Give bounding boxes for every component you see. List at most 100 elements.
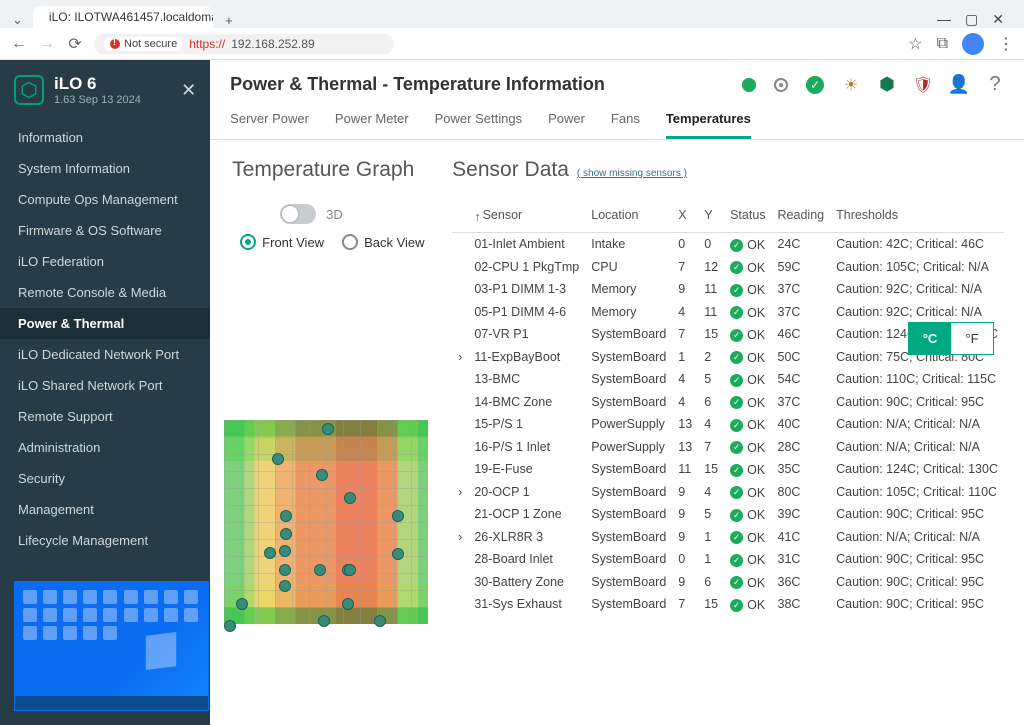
sidebar-nav: InformationSystem InformationCompute Ops… <box>0 122 210 556</box>
tab-dropdown-icon[interactable]: ⌄ <box>8 12 27 28</box>
unit-fahrenheit-button[interactable]: °F <box>951 323 993 354</box>
not-secure-badge[interactable]: Not secure <box>104 37 183 51</box>
new-tab-button[interactable]: + <box>219 13 239 28</box>
column-header[interactable]: Location <box>585 200 672 233</box>
expand-icon[interactable]: › <box>452 346 468 369</box>
table-row[interactable]: 19-E-FuseSystemBoard1115✓OK35CCaution: 1… <box>452 458 1004 481</box>
tab[interactable]: Power <box>548 103 585 139</box>
tab[interactable]: Power Settings <box>435 103 522 139</box>
health-ok-icon[interactable]: ✓ <box>806 76 824 94</box>
ok-check-icon: ✓ <box>730 599 743 612</box>
nav-back-button[interactable]: ← <box>10 35 28 53</box>
expand-icon <box>452 256 468 279</box>
tab[interactable]: Server Power <box>230 103 309 139</box>
browser-tab[interactable]: iLO: ILOTWA461457.localdomai ✕ <box>33 6 213 28</box>
table-row[interactable]: ›26-XLR8R 3SystemBoard91✓OK41CCaution: N… <box>452 526 1004 549</box>
url-box[interactable]: Not secure https://192.168.252.89 <box>94 34 394 54</box>
sub-tabs: Server Power Power Meter Power Settings Pow… <box>210 103 1024 140</box>
window-close-button[interactable]: ✕ <box>992 11 1004 28</box>
sidebar-item[interactable]: iLO Federation <box>0 246 210 277</box>
brightness-icon[interactable]: ☀ <box>842 76 860 94</box>
profile-avatar-icon[interactable] <box>962 33 984 55</box>
sensor-point[interactable] <box>318 615 330 627</box>
temperature-heatmap[interactable] <box>224 420 428 624</box>
help-icon[interactable]: ? <box>986 76 1004 94</box>
sidebar-item[interactable]: Security <box>0 463 210 494</box>
3d-label: 3D <box>326 207 343 222</box>
expand-icon <box>452 458 468 481</box>
sensor-point[interactable] <box>374 615 386 627</box>
table-row[interactable]: 16-P/S 1 InletPowerSupply137✓OK28CCautio… <box>452 436 1004 459</box>
unit-toggle: °C °F <box>908 322 994 355</box>
ok-check-icon: ✓ <box>730 261 743 274</box>
tab[interactable]: Power Meter <box>335 103 409 139</box>
sidebar-item[interactable]: Management <box>0 494 210 525</box>
sidebar-collapse-icon[interactable]: ✕ <box>181 80 196 101</box>
tab-strip: ⌄ iLO: ILOTWA461457.localdomai ✕ + — ▢ ✕ <box>0 0 1024 28</box>
table-row[interactable]: 28-Board InletSystemBoard01✓OK31CCaution… <box>452 548 1004 571</box>
sidebar-item[interactable]: System Information <box>0 153 210 184</box>
bookmark-star-icon[interactable]: ☆ <box>908 34 922 54</box>
component-icon[interactable]: ⬢ <box>878 76 896 94</box>
power-status-icon[interactable] <box>774 78 788 92</box>
ok-check-icon: ✓ <box>730 351 743 364</box>
ok-check-icon: ✓ <box>730 486 743 499</box>
nav-forward-button[interactable]: → <box>38 35 56 53</box>
nav-reload-button[interactable]: ⟳ <box>66 34 84 54</box>
tab[interactable]: Fans <box>611 103 640 139</box>
sidebar-item[interactable]: Compute Ops Management <box>0 184 210 215</box>
table-row[interactable]: 30-Battery ZoneSystemBoard96✓OK36CCautio… <box>452 571 1004 594</box>
table-row[interactable]: 03-P1 DIMM 1-3Memory911✓OK37CCaution: 92… <box>452 278 1004 301</box>
table-row[interactable]: 21-OCP 1 ZoneSystemBoard95✓OK39CCaution:… <box>452 503 1004 526</box>
expand-icon[interactable]: › <box>452 481 468 504</box>
expand-icon[interactable]: › <box>452 526 468 549</box>
user-icon[interactable]: 👤 <box>950 76 968 94</box>
browser-menu-icon[interactable]: ⋮ <box>998 34 1014 54</box>
security-shield-icon[interactable]: 🛡 <box>914 76 932 94</box>
extensions-icon[interactable]: ⧉ <box>937 35 948 53</box>
window-controls: — ▢ ✕ <box>937 11 1016 28</box>
column-header[interactable]: Status <box>724 200 771 233</box>
table-row[interactable]: 31-Sys ExhaustSystemBoard715✓OK38CCautio… <box>452 593 1004 616</box>
brand-version: 1.63 Sep 13 2024 <box>54 94 141 106</box>
column-header[interactable]: Reading <box>772 200 831 233</box>
table-row[interactable]: 05-P1 DIMM 4-6Memory411✓OK37CCaution: 92… <box>452 301 1004 324</box>
window-maximize-button[interactable]: ▢ <box>965 11 978 28</box>
expand-icon <box>452 301 468 324</box>
ok-check-icon: ✓ <box>730 306 743 319</box>
column-header[interactable]: ↑Sensor <box>468 200 585 233</box>
table-row[interactable]: 14-BMC ZoneSystemBoard46✓OK37CCaution: 9… <box>452 391 1004 414</box>
table-row[interactable]: 01-Inlet AmbientIntake00✓OK24CCaution: 4… <box>452 233 1004 256</box>
sensor-point[interactable] <box>224 620 236 632</box>
sidebar-item[interactable]: Lifecycle Management <box>0 525 210 556</box>
table-row[interactable]: 15-P/S 1PowerSupply134✓OK40CCaution: N/A… <box>452 413 1004 436</box>
3d-toggle[interactable] <box>280 204 316 224</box>
table-row[interactable]: ›20-OCP 1SystemBoard94✓OK80CCaution: 105… <box>452 481 1004 504</box>
sidebar-item[interactable]: Power & Thermal <box>0 308 210 339</box>
graph-heading: Temperature Graph <box>232 158 432 182</box>
browser-chrome: ⌄ iLO: ILOTWA461457.localdomai ✕ + — ▢ ✕… <box>0 0 1024 60</box>
uid-icon[interactable] <box>742 78 756 92</box>
sidebar-item[interactable]: iLO Dedicated Network Port <box>0 339 210 370</box>
front-view-radio[interactable]: Front View <box>240 234 324 250</box>
table-row[interactable]: 13-BMCSystemBoard45✓OK54CCaution: 110C; … <box>452 368 1004 391</box>
sidebar-item[interactable]: Remote Console & Media <box>0 277 210 308</box>
back-view-label: Back View <box>364 235 424 250</box>
show-missing-link[interactable]: ( show missing sensors ) <box>577 168 687 179</box>
column-header[interactable]: X <box>672 200 698 233</box>
sidebar-item[interactable]: Firmware & OS Software <box>0 215 210 246</box>
sidebar-item[interactable]: Remote Support <box>0 401 210 432</box>
window-minimize-button[interactable]: — <box>937 11 951 28</box>
page-title: Power & Thermal - Temperature Informatio… <box>230 74 605 95</box>
back-view-radio[interactable]: Back View <box>342 234 424 250</box>
sidebar-item[interactable]: Information <box>0 122 210 153</box>
remote-console-thumbnail[interactable] <box>14 581 209 711</box>
unit-celsius-button[interactable]: °C <box>909 323 951 354</box>
column-header[interactable]: Y <box>698 200 724 233</box>
tab[interactable]: Temperatures <box>666 103 751 139</box>
table-row[interactable]: 02-CPU 1 PkgTmpCPU712✓OK59CCaution: 105C… <box>452 256 1004 279</box>
sidebar-item[interactable]: iLO Shared Network Port <box>0 370 210 401</box>
column-header[interactable]: Thresholds <box>830 200 1004 233</box>
sidebar-item[interactable]: Administration <box>0 432 210 463</box>
page-titlebar: Power & Thermal - Temperature Informatio… <box>210 60 1024 103</box>
